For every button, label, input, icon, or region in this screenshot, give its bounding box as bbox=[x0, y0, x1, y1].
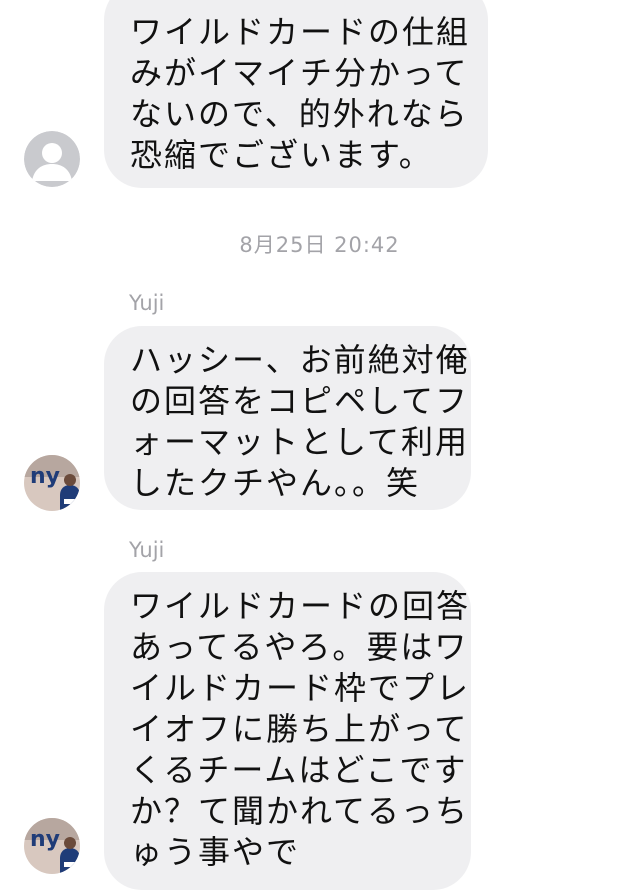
ny-giants-logo: ny bbox=[24, 455, 80, 511]
message-bubble[interactable]: ハッシー、お前絶対俺 の回答をコピペしてフ ォーマットとして利用 したクチやん。… bbox=[104, 326, 471, 510]
message-text-line: ワイルドカードの回答 bbox=[130, 587, 471, 625]
message-text-line: か？て聞かれてるっち bbox=[130, 792, 470, 830]
message-text-line: ハッシー、お前絶対俺 bbox=[130, 341, 470, 379]
message-bubble[interactable]: ワイルドカードの仕組 みがイマイチ分かって ないので、的外れなら 恐縮でございま… bbox=[104, 0, 488, 188]
timestamp: 8月25日 20:42 bbox=[239, 233, 400, 257]
message-text-line: くるチームはどこです bbox=[130, 751, 468, 789]
message-text-line: あってるやろ。要はワ bbox=[130, 628, 469, 666]
person-silhouette-icon bbox=[24, 131, 80, 187]
message-text-line: ワイルドカードの仕組 bbox=[130, 13, 471, 51]
message-text-line: イルドカード枠でプレ bbox=[130, 669, 471, 707]
sender-name: Yuji bbox=[129, 538, 165, 562]
avatar-yuji[interactable]: ny bbox=[24, 818, 80, 874]
message-text-line: したクチやん。。笑 bbox=[130, 464, 421, 502]
message-text-line: の回答をコピペしてフ bbox=[130, 382, 470, 420]
message-text-line: ないので、的外れなら bbox=[130, 95, 469, 133]
avatar-yuji[interactable]: ny bbox=[24, 455, 80, 511]
svg-text:ny: ny bbox=[30, 464, 60, 489]
avatar-default[interactable] bbox=[24, 131, 80, 187]
message-text-line: みがイマイチ分かって bbox=[130, 54, 469, 92]
sender-name: Yuji bbox=[129, 291, 165, 315]
message-text-line: 恐縮でございます。 bbox=[130, 136, 433, 174]
message-text-line: イオフに勝ち上がって bbox=[130, 710, 469, 748]
message-text-line: ォーマットとして利用 bbox=[130, 423, 470, 461]
svg-text:ny: ny bbox=[30, 827, 60, 852]
message-bubble[interactable]: ワイルドカードの回答 あってるやろ。要はワ イルドカード枠でプレ イオフに勝ち上… bbox=[104, 572, 471, 890]
message-text-line: ゅう事やで bbox=[130, 833, 301, 871]
ny-giants-logo: ny bbox=[24, 818, 80, 874]
